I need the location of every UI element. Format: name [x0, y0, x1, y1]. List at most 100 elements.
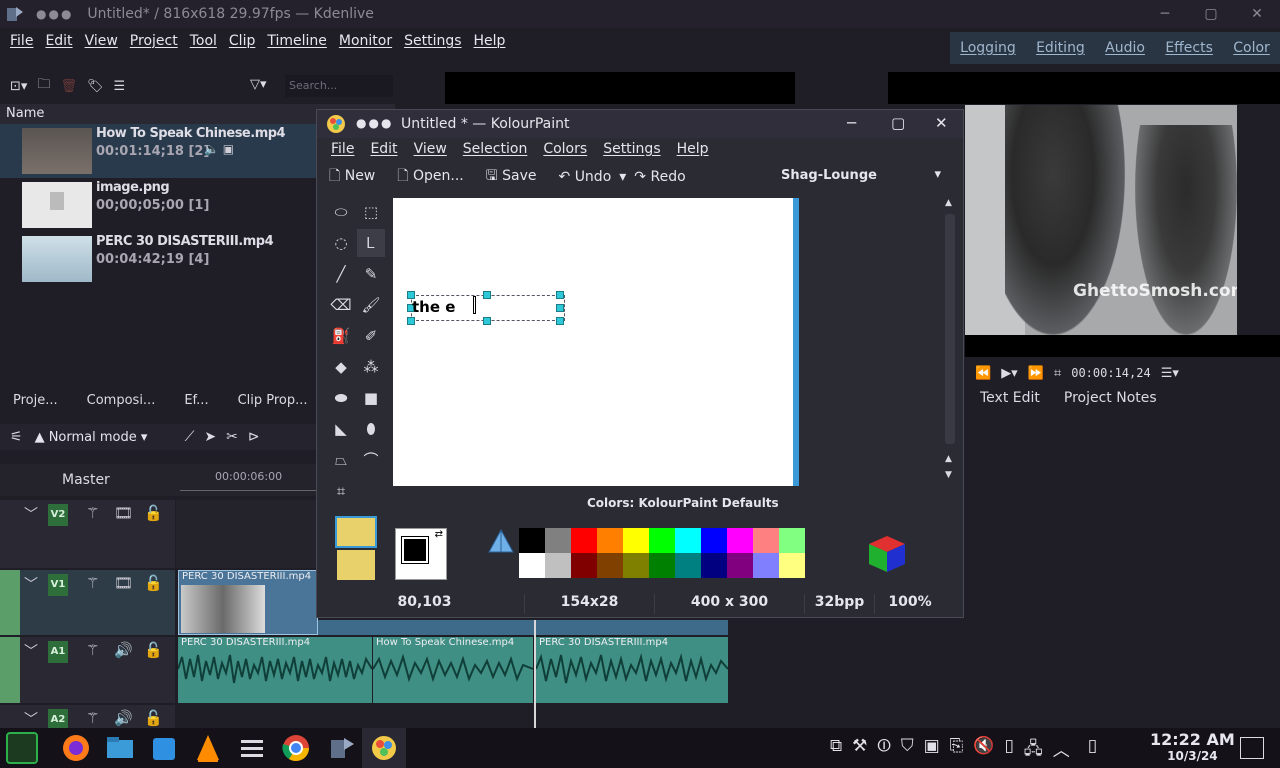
palette-swatch[interactable] [753, 528, 779, 553]
effects-wand-icon[interactable]: ⚚ [86, 641, 99, 659]
speaker-icon[interactable]: 🔊 [114, 709, 133, 727]
battery-icon[interactable]: ▯ [1004, 736, 1013, 765]
network-icon[interactable]: 🖧 [1024, 736, 1043, 765]
menu-settings[interactable]: Settings [603, 141, 660, 157]
menu-edit[interactable]: Edit [370, 141, 397, 157]
monitor-timecode[interactable]: 00:00:14,24 [1071, 366, 1150, 380]
timeline-clip-a1[interactable]: How To Speak Chinese.mp4 [373, 637, 533, 703]
palette-swatch[interactable] [701, 553, 727, 578]
filter-icon[interactable]: ▽▾ [250, 77, 267, 92]
palette-swatch[interactable] [675, 528, 701, 553]
palette-swatch[interactable] [623, 553, 649, 578]
palette-swatch[interactable] [649, 528, 675, 553]
palette-swatch[interactable] [597, 528, 623, 553]
menu-colors[interactable]: Colors [543, 141, 587, 157]
clock[interactable]: 12:22 AM 10/3/24 [1150, 730, 1235, 763]
maximize-button[interactable]: ▢ [891, 114, 905, 132]
menu-edit[interactable]: Edit [45, 33, 72, 49]
system-settings-icon[interactable] [236, 732, 268, 764]
tray-expand-icon[interactable]: ︿ [1053, 736, 1070, 765]
vlc-icon[interactable] [192, 732, 224, 764]
cut-icon[interactable]: ✂ [226, 429, 238, 445]
select-tool-icon[interactable]: ➤ [204, 429, 216, 445]
start-menu-icon[interactable] [6, 732, 38, 764]
menu-settings[interactable]: Settings [404, 33, 461, 49]
new-button[interactable]: 🗋 New [329, 165, 375, 189]
canvas-text[interactable]: the e [412, 298, 455, 316]
palette-swatch[interactable] [597, 553, 623, 578]
lock-icon[interactable]: 🔓 [144, 709, 163, 727]
collapse-chevron-icon[interactable]: ﹀ [24, 709, 38, 729]
resize-handle[interactable] [556, 317, 564, 325]
playhead[interactable] [534, 620, 536, 728]
file-manager-icon[interactable] [104, 732, 136, 764]
kdenlive-taskbar-icon[interactable] [326, 732, 358, 764]
collapse-chevron-icon[interactable]: ﹀ [24, 504, 38, 524]
hamburger-menu-icon[interactable]: ☰ [113, 79, 125, 94]
undo-button[interactable]: ↶ Undo [559, 169, 612, 185]
effects-wand-icon[interactable]: ⚚ [86, 504, 99, 522]
maximize-button[interactable]: ▢ [1188, 0, 1234, 28]
tray-tools-icon[interactable]: ⚒ [852, 736, 867, 765]
tray-app-icon[interactable]: ⧉ [830, 736, 842, 765]
layout-audio[interactable]: Audio [1105, 40, 1145, 56]
layout-editing[interactable]: Editing [1036, 40, 1085, 56]
edit-mode-select[interactable]: ▲ Normal mode ▾ [35, 430, 175, 445]
tray-power-icon[interactable]: ⏼ [877, 736, 890, 765]
crop-icon[interactable]: ⌗ [1054, 366, 1061, 381]
tab-project-notes[interactable]: Project Notes [1064, 390, 1157, 406]
free-form-select-icon[interactable]: ⬭ [327, 198, 355, 226]
audio-icon[interactable]: 🔈 ▣ [204, 142, 234, 156]
color-eraser-icon[interactable]: ◆ [327, 353, 355, 381]
ellipse-select-icon[interactable]: ◌ [327, 229, 355, 257]
canvas-resize-edge[interactable] [793, 198, 799, 486]
tab-project-bin[interactable]: Proje... [13, 393, 58, 408]
menu-timeline[interactable]: Timeline [267, 33, 327, 49]
master-label[interactable]: Master [62, 472, 110, 488]
layout-effects[interactable]: Effects [1165, 40, 1213, 56]
undo-dropdown-icon[interactable]: ▾ [619, 169, 626, 185]
track-active-indicator[interactable] [0, 637, 20, 703]
menu-help[interactable]: Help [677, 141, 709, 157]
tray-copy-icon[interactable]: ⎘ [950, 736, 964, 765]
monitor-menu-icon[interactable]: ☰▾ [1161, 366, 1179, 381]
menu-help[interactable]: Help [474, 33, 506, 49]
fast-forward-icon[interactable]: ⏩ [1028, 366, 1044, 381]
palette-swatch[interactable] [571, 528, 597, 553]
resize-handle[interactable] [483, 291, 491, 299]
resize-handle[interactable] [407, 317, 415, 325]
save-button[interactable]: 🖫 Save [486, 165, 537, 189]
close-button[interactable]: ✕ [1234, 0, 1280, 28]
ellipse-icon[interactable]: ⬮ [357, 415, 385, 443]
v2-track-lane[interactable] [176, 500, 316, 568]
rect-select-icon[interactable]: ⬚ [357, 198, 385, 226]
razor-icon[interactable]: ⟋ [185, 429, 195, 445]
spraycan-icon[interactable]: ⁂ [357, 353, 385, 381]
menu-file[interactable]: File [10, 33, 33, 49]
scrollbar-thumb[interactable] [945, 214, 955, 444]
close-button[interactable]: ✕ [935, 114, 948, 132]
timeline-clip-a1[interactable]: PERC 30 DISASTERIII.mp4 [536, 637, 728, 703]
firefox-icon[interactable] [60, 732, 92, 764]
show-desktop-icon[interactable] [1240, 737, 1264, 759]
eraser-icon[interactable]: ⌫ [327, 291, 355, 319]
tag-icon[interactable]: 🏷 [87, 79, 104, 94]
foreground-background-colors[interactable]: ⇄ [395, 528, 447, 580]
brush-icon[interactable]: 🖌 [357, 291, 385, 319]
menu-tool[interactable]: Tool [190, 33, 217, 49]
rectangle-icon[interactable]: ■ [357, 384, 385, 412]
polygon-icon[interactable]: ◣ [327, 415, 355, 443]
palette-swatch[interactable] [701, 528, 727, 553]
track-tag[interactable]: V1 [48, 574, 68, 596]
redo-button[interactable]: ↷ Redo [634, 169, 685, 185]
menu-selection[interactable]: Selection [463, 141, 528, 157]
color-picker-icon[interactable]: ✐ [357, 322, 385, 350]
palette-theme-select[interactable]: Shag-Lounge ▾ [775, 165, 947, 189]
swap-colors-icon[interactable]: ⇄ [435, 529, 443, 540]
palette-swatch[interactable] [545, 528, 571, 553]
window-menu-dots[interactable]: ●●● [356, 116, 393, 130]
palette-swatch[interactable] [545, 553, 571, 578]
resize-handle[interactable] [483, 317, 491, 325]
collapse-chevron-icon[interactable]: ﹀ [24, 641, 38, 661]
lock-icon[interactable]: 🔓 [144, 504, 163, 522]
